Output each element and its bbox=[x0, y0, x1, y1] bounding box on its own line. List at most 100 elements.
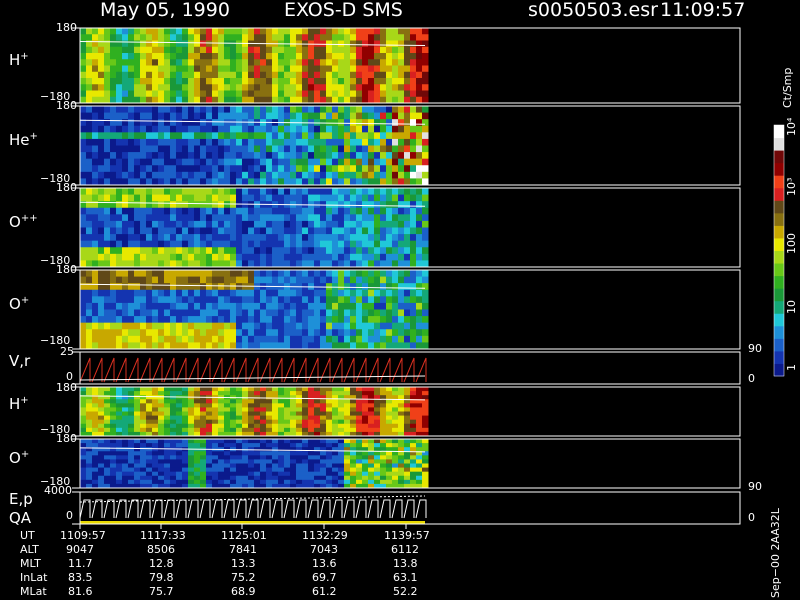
spectrogram-cell bbox=[242, 165, 249, 173]
spectrogram-cell bbox=[224, 201, 231, 209]
spectrogram-cell bbox=[218, 178, 225, 186]
spectrogram-cell bbox=[80, 194, 87, 202]
spectrogram-cell bbox=[176, 46, 183, 54]
spectrogram-cell bbox=[320, 227, 327, 235]
spectrogram-cell bbox=[266, 289, 273, 297]
spectrogram-cell bbox=[236, 188, 243, 196]
spectrogram-cell bbox=[332, 451, 339, 456]
spectrogram-cell bbox=[176, 342, 183, 350]
spectrogram-cell bbox=[122, 342, 129, 350]
spectrogram-cell bbox=[116, 138, 123, 146]
spectrogram-cell bbox=[230, 329, 237, 337]
spectrogram-cell bbox=[308, 403, 315, 408]
spectrogram-cell bbox=[128, 419, 135, 425]
spectrogram-cell bbox=[116, 270, 123, 278]
spectrogram-cell bbox=[128, 407, 135, 412]
spectrogram-cell bbox=[230, 419, 237, 425]
spectrogram-cell bbox=[98, 309, 105, 317]
spectrogram-cell bbox=[116, 439, 123, 444]
spectrogram-cell bbox=[140, 475, 147, 481]
spectrogram-cell bbox=[86, 34, 93, 41]
spectrogram-cell bbox=[404, 419, 411, 425]
spectrogram-cell bbox=[242, 125, 249, 133]
spectrogram-cell bbox=[284, 53, 291, 60]
spectrogram-cell bbox=[218, 71, 225, 79]
spectrogram-cell bbox=[128, 214, 135, 222]
spectrogram-cell bbox=[386, 423, 393, 429]
spectrogram-cell bbox=[326, 459, 333, 464]
spectrogram-cell bbox=[326, 479, 333, 485]
spectrogram-cell bbox=[164, 276, 171, 284]
spectrogram-cell bbox=[164, 152, 171, 160]
spectrogram-cell bbox=[152, 302, 159, 310]
spectrogram-cell bbox=[224, 309, 231, 317]
spectrogram-cell bbox=[344, 403, 351, 408]
spectrogram-cell bbox=[218, 296, 225, 304]
spectrogram-cell bbox=[308, 387, 315, 392]
spectrogram-cell bbox=[164, 207, 171, 215]
spectrogram-cell bbox=[110, 158, 117, 166]
spectrogram-cell bbox=[284, 106, 291, 114]
spectrogram-cell bbox=[176, 419, 183, 425]
spectrogram-cell bbox=[242, 34, 249, 41]
spectrogram-cell bbox=[344, 46, 351, 54]
spectrogram-cell bbox=[164, 171, 171, 179]
spectrogram-cell bbox=[356, 178, 363, 186]
spectrogram-cell bbox=[254, 463, 261, 469]
spectrogram-cell bbox=[194, 342, 201, 350]
spectrogram-cell bbox=[236, 309, 243, 317]
spectrogram-cell bbox=[278, 387, 285, 392]
spectrogram-cell bbox=[410, 90, 417, 98]
spectrogram-cell bbox=[146, 220, 153, 228]
spectrogram-cell bbox=[134, 46, 141, 54]
inlat-1: 83.5 bbox=[68, 571, 93, 584]
spectrogram-cell bbox=[200, 158, 207, 166]
spectrogram-cell bbox=[374, 220, 381, 228]
spectrogram-cell bbox=[116, 71, 123, 79]
spectrogram-cell bbox=[86, 138, 93, 146]
spectrogram-cell bbox=[152, 427, 159, 433]
spectrogram-cell bbox=[224, 260, 231, 268]
spectrogram-cell bbox=[224, 106, 231, 114]
spectrogram-cell bbox=[368, 276, 375, 284]
spectrogram-cell bbox=[350, 387, 357, 392]
spectrogram-cell bbox=[290, 455, 297, 460]
spectrogram-cell bbox=[152, 403, 159, 408]
spectrogram-cell bbox=[128, 220, 135, 228]
spectrogram-cell bbox=[416, 443, 423, 448]
spectrogram-cell bbox=[368, 34, 375, 41]
spectrogram-cell bbox=[332, 415, 339, 421]
spectrogram-cell bbox=[386, 119, 393, 127]
spectrogram-cell bbox=[104, 152, 111, 160]
spectrogram-cell bbox=[314, 138, 321, 146]
spectrogram-cell bbox=[236, 207, 243, 215]
spectrogram-cell bbox=[296, 96, 303, 104]
panel-label-h-plus: H+ bbox=[9, 51, 29, 69]
spectrogram-cell bbox=[164, 439, 171, 444]
spectrogram-cell bbox=[248, 387, 255, 392]
spectrogram-cell bbox=[110, 276, 117, 284]
spectrogram-cell bbox=[236, 132, 243, 140]
spectrogram-cell bbox=[200, 407, 207, 412]
spectrogram-cell bbox=[200, 479, 207, 485]
spectrogram-cell bbox=[230, 459, 237, 464]
spectrogram-cell bbox=[374, 234, 381, 242]
spectrogram-cell bbox=[290, 71, 297, 79]
spectrogram-cell bbox=[182, 451, 189, 456]
spectrogram-cell bbox=[140, 28, 147, 35]
spectrogram-cell bbox=[290, 335, 297, 343]
spectrogram-cell bbox=[212, 227, 219, 235]
spectrogram-cell bbox=[104, 316, 111, 324]
spectrogram-cell bbox=[368, 171, 375, 179]
spectrogram-cell bbox=[350, 220, 357, 228]
spectrogram-cell bbox=[194, 46, 201, 54]
spectrogram-cell bbox=[398, 455, 405, 460]
spectrogram-cell bbox=[140, 451, 147, 456]
spectrogram-cell bbox=[350, 467, 357, 473]
spectrogram-cell bbox=[158, 329, 165, 337]
spectrogram-cell bbox=[362, 227, 369, 235]
spectrogram-cell bbox=[146, 427, 153, 433]
spectrogram-cell bbox=[284, 387, 291, 392]
spectrogram-cell bbox=[410, 46, 417, 54]
spectrogram-cell bbox=[80, 158, 87, 166]
